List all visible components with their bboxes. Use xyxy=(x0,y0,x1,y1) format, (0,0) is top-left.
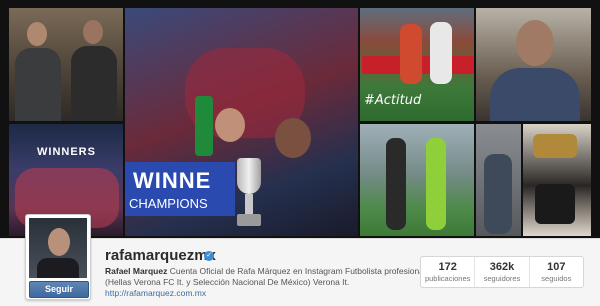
winners-banner: WINNE CHAMPIONS xyxy=(125,162,235,216)
player-dark xyxy=(386,138,406,230)
player-red xyxy=(400,24,422,84)
collage-photo-7[interactable] xyxy=(476,124,521,236)
player-white xyxy=(430,22,452,84)
player-head xyxy=(215,108,245,142)
stat-label: seguidos xyxy=(541,274,572,283)
person-head xyxy=(516,20,554,66)
stat-value: 362k xyxy=(489,261,515,273)
full-name: Rafael Marquez xyxy=(105,266,168,276)
person-head xyxy=(27,22,47,46)
object xyxy=(533,134,577,158)
profile-avatar-card: Seguir xyxy=(25,214,91,300)
stat-label: publicaciones xyxy=(424,274,471,283)
collage-photo-main[interactable]: WINNE CHAMPIONS xyxy=(125,8,358,236)
person-body xyxy=(490,68,580,121)
header-collage: WINNE CHAMPIONS #Actitud WINNERS xyxy=(0,0,600,238)
trophy-icon xyxy=(229,158,269,228)
profile-bio: Rafael Marquez Cuenta Oficial de Rafa Má… xyxy=(105,266,435,299)
banner-winner-text: WINNE xyxy=(133,168,212,193)
verified-badge-icon: ✓ xyxy=(204,251,214,261)
stat-label: seguidores xyxy=(483,274,521,283)
object xyxy=(535,184,575,224)
avatar[interactable] xyxy=(29,218,87,278)
collage-photo-1[interactable] xyxy=(9,8,123,121)
person-body xyxy=(15,48,61,121)
stat-followers[interactable]: 362k seguidores xyxy=(474,257,528,287)
player-green xyxy=(426,138,446,230)
collage-photo-3[interactable]: #Actitud xyxy=(360,8,474,121)
username: rafamarquezmx xyxy=(105,247,216,264)
hashtag-text: #Actitud xyxy=(364,93,422,108)
winners-text: WINNERS xyxy=(37,146,96,158)
collage-photo-6[interactable] xyxy=(360,124,474,236)
flag xyxy=(195,96,213,156)
collage-photo-8[interactable] xyxy=(523,124,591,236)
follow-button[interactable]: Seguir xyxy=(29,281,89,298)
player-head xyxy=(275,118,311,158)
website-link[interactable]: http://rafamarquez.com.mx xyxy=(105,288,206,298)
stat-value: 107 xyxy=(547,261,566,273)
profile-stats: 172 publicaciones 362k seguidores 107 se… xyxy=(420,256,584,288)
stat-value: 172 xyxy=(438,261,457,273)
banner-champions-text: CHAMPIONS xyxy=(129,196,208,211)
person-body xyxy=(484,154,512,234)
stat-following[interactable]: 107 seguidos xyxy=(528,257,583,287)
avatar-body xyxy=(37,258,79,278)
avatar-head xyxy=(48,228,70,256)
person-body xyxy=(71,46,117,121)
collage-photo-4[interactable] xyxy=(476,8,591,121)
stat-posts[interactable]: 172 publicaciones xyxy=(421,257,474,287)
person-head xyxy=(83,20,103,44)
